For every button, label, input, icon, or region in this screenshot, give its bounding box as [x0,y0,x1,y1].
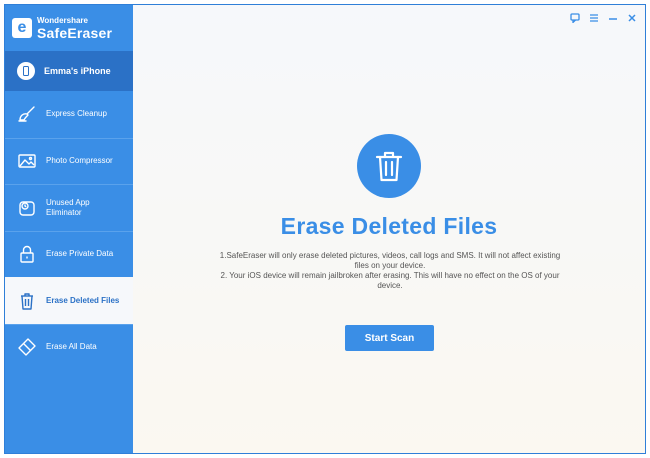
sidebar-item-unused-app-eliminator[interactable]: Unused App Eliminator [5,184,133,231]
sidebar-item-photo-compressor[interactable]: Photo Compressor [5,137,133,185]
phone-icon [17,62,35,80]
brand: e Wondershare SafeEraser [5,5,133,51]
trash-icon [17,291,37,311]
app-icon [17,198,37,218]
device-selector[interactable]: Emma's iPhone [5,51,133,91]
sidebar-item-erase-private-data[interactable]: Erase Private Data [5,230,133,278]
sidebar-item-label: Erase Deleted Files [46,295,120,305]
main-panel: Erase Deleted Files 1.SafeEraser will on… [133,5,645,453]
sidebar-item-label: Erase Private Data [46,249,114,259]
brand-vendor: Wondershare [37,15,88,25]
sidebar-item-label: Express Cleanup [46,109,107,119]
description-line-1: 1.SafeEraser will only erase deleted pic… [219,251,561,270]
sidebar-item-label: Unused App Eliminator [46,197,90,217]
start-scan-button[interactable]: Start Scan [345,325,434,351]
app-window: e Wondershare SafeEraser Emma's iPhone E… [4,4,646,454]
page-title: Erase Deleted Files [280,213,498,239]
lock-icon [17,244,37,264]
app-logo-icon: e [12,18,32,38]
sidebar-item-label: Photo Compressor [46,156,113,166]
sidebar: e Wondershare SafeEraser Emma's iPhone E… [5,5,137,453]
window-controls [570,13,637,23]
device-name: Emma's iPhone [44,66,111,76]
close-icon[interactable] [627,13,637,23]
minimize-icon[interactable] [608,13,618,23]
brand-text: Wondershare SafeEraser [37,15,113,41]
sidebar-item-express-cleanup[interactable]: Express Cleanup [5,91,133,138]
menu-icon[interactable] [589,13,599,23]
brand-product: SafeEraser [37,24,113,41]
eraser-icon [17,337,37,357]
sidebar-item-label: Erase All Data [46,342,97,352]
description: 1.SafeEraser will only erase deleted pic… [217,251,563,291]
feedback-icon[interactable] [570,13,580,23]
sidebar-item-erase-deleted-files[interactable]: Erase Deleted Files [5,277,137,324]
photo-icon [17,151,37,171]
sidebar-item-erase-all-data[interactable]: Erase All Data [5,323,133,371]
description-line-2: 2. Your iOS device will remain jailbroke… [220,271,560,290]
broom-icon [17,104,37,124]
trash-icon [357,134,421,198]
sidebar-nav: Express Cleanup Photo Compressor Unused … [5,91,137,371]
